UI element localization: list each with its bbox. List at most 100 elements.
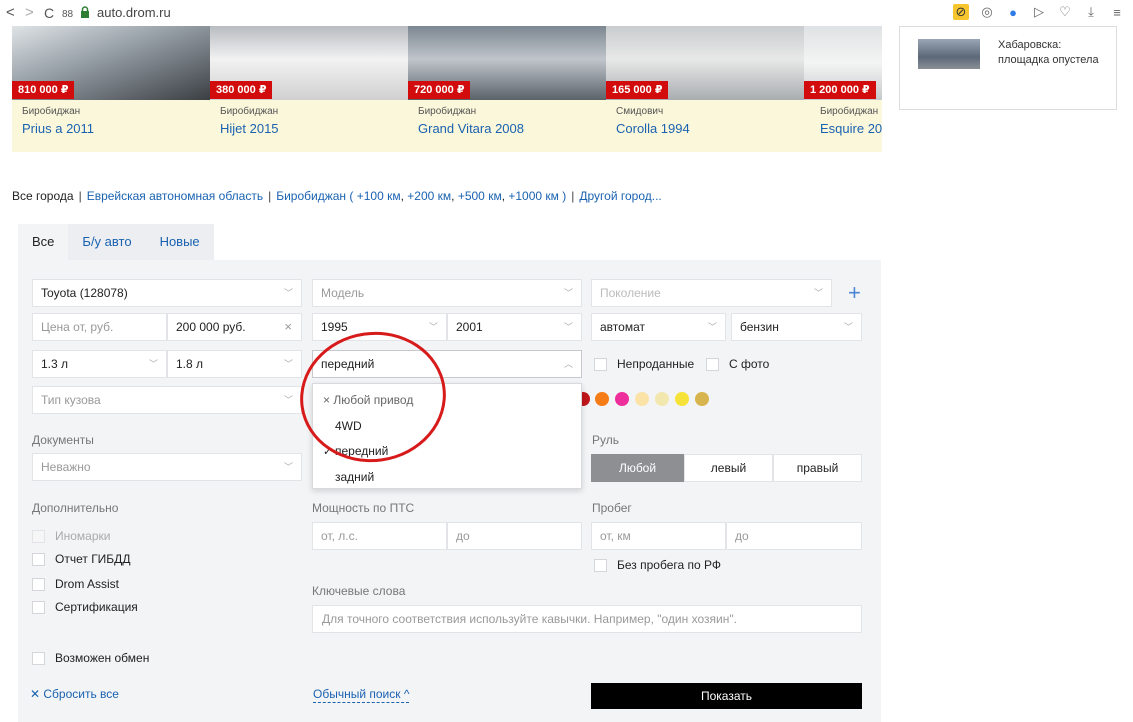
radius-100-link[interactable]: +100 км [357, 189, 401, 203]
unsold-checkbox[interactable]: Непроданные [594, 357, 694, 371]
camera-icon[interactable]: ◎ [979, 4, 995, 20]
mileage-to-input[interactable]: до [726, 522, 862, 550]
gibdd-checkbox[interactable]: Отчет ГИБДД [32, 552, 130, 566]
drive-select[interactable]: передний ︿ [312, 350, 582, 378]
drom-assist-checkbox[interactable]: Drom Assist [32, 577, 119, 591]
transmission-select[interactable]: автомат ﹀ [591, 313, 726, 341]
unsold-label: Непроданные [617, 357, 695, 371]
any-drive-option[interactable]: × Любой привод [323, 393, 413, 407]
checkbox-box[interactable] [594, 558, 607, 572]
city-link[interactable]: Биробиджан [276, 189, 346, 203]
drive-option-rear[interactable]: задний [335, 470, 374, 484]
car-title[interactable]: Hijet 2015 [220, 121, 279, 136]
certification-label: Сертификация [55, 600, 138, 614]
body-type-select[interactable]: Тип кузова ﹀ [32, 386, 302, 414]
foreign-checkbox[interactable]: Иномарки [32, 529, 110, 543]
volume-from-select[interactable]: 1.3 л ﹀ [32, 350, 167, 378]
adblock-icon[interactable]: ⊘ [953, 4, 969, 20]
add-brand-plus-icon[interactable]: + [848, 282, 861, 304]
radius-1000-link[interactable]: +1000 км [508, 189, 559, 203]
with-photo-checkbox[interactable]: С фото [706, 357, 769, 371]
steering-label: Руль [592, 433, 619, 447]
color-dot-gold[interactable] [695, 392, 709, 406]
forward-button[interactable]: > [25, 4, 34, 22]
steering-right[interactable]: правый [773, 454, 862, 482]
chevron-down-icon: ﹀ [843, 322, 853, 332]
heart-icon[interactable]: ♡ [1057, 4, 1073, 20]
tab-all[interactable]: Все [18, 224, 69, 260]
drive-option-front[interactable]: передний [335, 444, 388, 458]
checkbox-box[interactable] [32, 651, 45, 665]
fuel-select[interactable]: бензин ﹀ [731, 313, 862, 341]
generation-select[interactable]: Поколение ﹀ [591, 279, 832, 307]
car-title[interactable]: Corolla 1994 [616, 121, 690, 136]
car-city: Биробиджан [220, 106, 279, 117]
other-city-link[interactable]: Другой город... [579, 189, 661, 203]
chevron-down-icon: ﹀ [707, 322, 717, 332]
brand-select[interactable]: Toyota (128078) ﹀ [32, 279, 302, 307]
certification-checkbox[interactable]: Сертификация [32, 600, 138, 614]
news-headline[interactable]: Хабаровска: площадка опустела [998, 38, 1108, 68]
car-title[interactable]: Grand Vitara 2008 [418, 121, 524, 136]
checkbox-box[interactable] [32, 577, 45, 591]
model-select[interactable]: Модель ﹀ [312, 279, 582, 307]
drive-option-4wd[interactable]: 4WD [335, 419, 362, 433]
simple-search-toggle[interactable]: Обычный поиск ^ [313, 687, 410, 703]
color-dot-orange[interactable] [595, 392, 609, 406]
volume-to-select[interactable]: 1.8 л ﹀ [167, 350, 302, 378]
clear-icon[interactable]: × [284, 314, 292, 340]
exchange-checkbox[interactable]: Возможен обмен [32, 651, 149, 665]
color-dot-beige[interactable] [635, 392, 649, 406]
checkbox-box[interactable] [594, 357, 607, 371]
news-card[interactable]: Хабаровска: площадка опустела [899, 26, 1117, 110]
send-icon[interactable]: ▷ [1031, 4, 1047, 20]
apps-grid-button[interactable]: 88 [62, 6, 73, 24]
radius-close-paren: ) [562, 189, 567, 203]
price-from-input[interactable]: Цена от, руб. [32, 313, 167, 341]
car-title[interactable]: Prius a 2011 [22, 121, 94, 136]
shield-icon[interactable]: ● [1005, 4, 1021, 20]
reset-all-button[interactable]: ✕ Сбросить все [30, 687, 119, 701]
volume-from-value: 1.3 л [41, 357, 69, 371]
power-to-input[interactable]: до [447, 522, 582, 550]
all-cities-label: Все города [12, 189, 74, 203]
color-dot-yellow[interactable] [675, 392, 689, 406]
keywords-input[interactable]: Для точного соответствия используйте кав… [312, 605, 862, 633]
car-card[interactable]: 1 200 000 ₽ Биробиджан Esquire 20 [804, 26, 882, 152]
car-card[interactable]: 380 000 ₽ Биробиджан Hijet 2015 [210, 26, 408, 152]
steering-left[interactable]: левый [684, 454, 773, 482]
no-mileage-rf-checkbox[interactable]: Без пробега по РФ [594, 558, 721, 572]
year-to-select[interactable]: 2001 ﹀ [447, 313, 582, 341]
car-title[interactable]: Esquire 20 [820, 121, 882, 136]
city-breadcrumb: Все города | Еврейская автономная область |… [12, 189, 662, 203]
price-to-input[interactable]: 200 000 руб. × [167, 313, 302, 341]
car-card[interactable]: 165 000 ₽ Смидович Corolla 1994 [606, 26, 804, 152]
tab-used[interactable]: Б/у авто [68, 224, 146, 260]
region-link[interactable]: Еврейская автономная область [87, 189, 263, 203]
show-results-button[interactable]: Показать [591, 683, 862, 709]
steering-any[interactable]: Любой [591, 454, 684, 482]
tab-new[interactable]: Новые [145, 224, 214, 260]
radius-200-link[interactable]: +200 км [407, 189, 451, 203]
menu-icon[interactable]: ≡ [1109, 4, 1125, 20]
reload-button[interactable]: C [44, 4, 54, 22]
checkbox-box[interactable] [706, 357, 719, 371]
checkbox-box[interactable] [32, 600, 45, 614]
color-dot-cream[interactable] [655, 392, 669, 406]
url-bar[interactable]: auto.drom.ru [97, 5, 171, 20]
year-from-select[interactable]: 1995 ﹀ [312, 313, 447, 341]
download-icon[interactable]: ⤓ [1083, 4, 1099, 20]
checkbox-box[interactable] [32, 552, 45, 566]
mileage-from-input[interactable]: от, км [591, 522, 726, 550]
volume-to-value: 1.8 л [176, 357, 204, 371]
radius-500-link[interactable]: +500 км [458, 189, 502, 203]
color-dot-pink[interactable] [615, 392, 629, 406]
power-from-input[interactable]: от, л.с. [312, 522, 447, 550]
car-card[interactable]: 810 000 ₽ Биробиджан Prius a 2011 [12, 26, 210, 152]
car-card[interactable]: 720 000 ₽ Биробиджан Grand Vitara 2008 [408, 26, 606, 152]
documents-select[interactable]: Неважно ﹀ [32, 453, 302, 481]
year-from-value: 1995 [321, 320, 348, 334]
documents-value: Неважно [41, 460, 91, 474]
back-button[interactable]: < [6, 4, 15, 22]
checkbox-box[interactable] [32, 529, 45, 543]
